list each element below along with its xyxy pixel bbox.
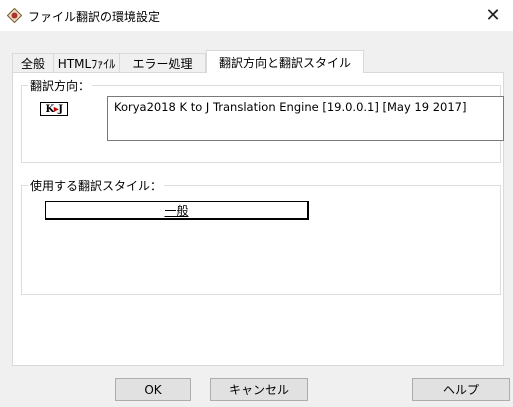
tab-general[interactable]: 全般 [12, 53, 54, 72]
tab-error-handling[interactable]: エラー処理 [119, 53, 206, 72]
tab-panel: 翻訳方向： K▸J Korya2018 K to J Translation E… [12, 72, 504, 366]
engine-list[interactable]: Korya2018 K to J Translation Engine [19.… [107, 96, 504, 141]
title-bar: ファイル翻訳の環境設定 ✕ [0, 0, 513, 31]
ok-button[interactable]: OK [115, 378, 191, 401]
tab-label: HTMLﾌｧｲﾙ [57, 56, 116, 71]
direction-group-label: 翻訳方向： [28, 77, 93, 94]
translation-style-selector[interactable]: 一般 [45, 201, 309, 220]
close-button[interactable]: ✕ [473, 0, 513, 31]
tab-label: エラー処理 [132, 56, 193, 71]
selected-style-label: 一般 [164, 203, 189, 218]
cancel-button[interactable]: キャンセル [210, 378, 308, 401]
tab-html-file[interactable]: HTMLﾌｧｲﾙ [53, 53, 120, 72]
tab-label: 全般 [20, 56, 45, 71]
help-button[interactable]: ヘルプ [412, 378, 510, 401]
k-to-j-icon: K▸J [40, 102, 68, 116]
tab-label: 翻訳方向と翻訳スタイル [218, 55, 351, 70]
close-icon: ✕ [485, 5, 501, 26]
translation-direction-group: 翻訳方向： K▸J Korya2018 K to J Translation E… [21, 77, 504, 163]
translation-style-group: 使用する翻訳スタイル： 一般 [21, 177, 501, 295]
app-icon [7, 8, 22, 23]
style-group-label: 使用する翻訳スタイル： [28, 177, 165, 194]
engine-list-item[interactable]: Korya2018 K to J Translation Engine [19.… [114, 100, 466, 114]
tab-direction-style[interactable]: 翻訳方向と翻訳スタイル [206, 50, 364, 73]
window-title: ファイル翻訳の環境設定 [28, 10, 161, 24]
